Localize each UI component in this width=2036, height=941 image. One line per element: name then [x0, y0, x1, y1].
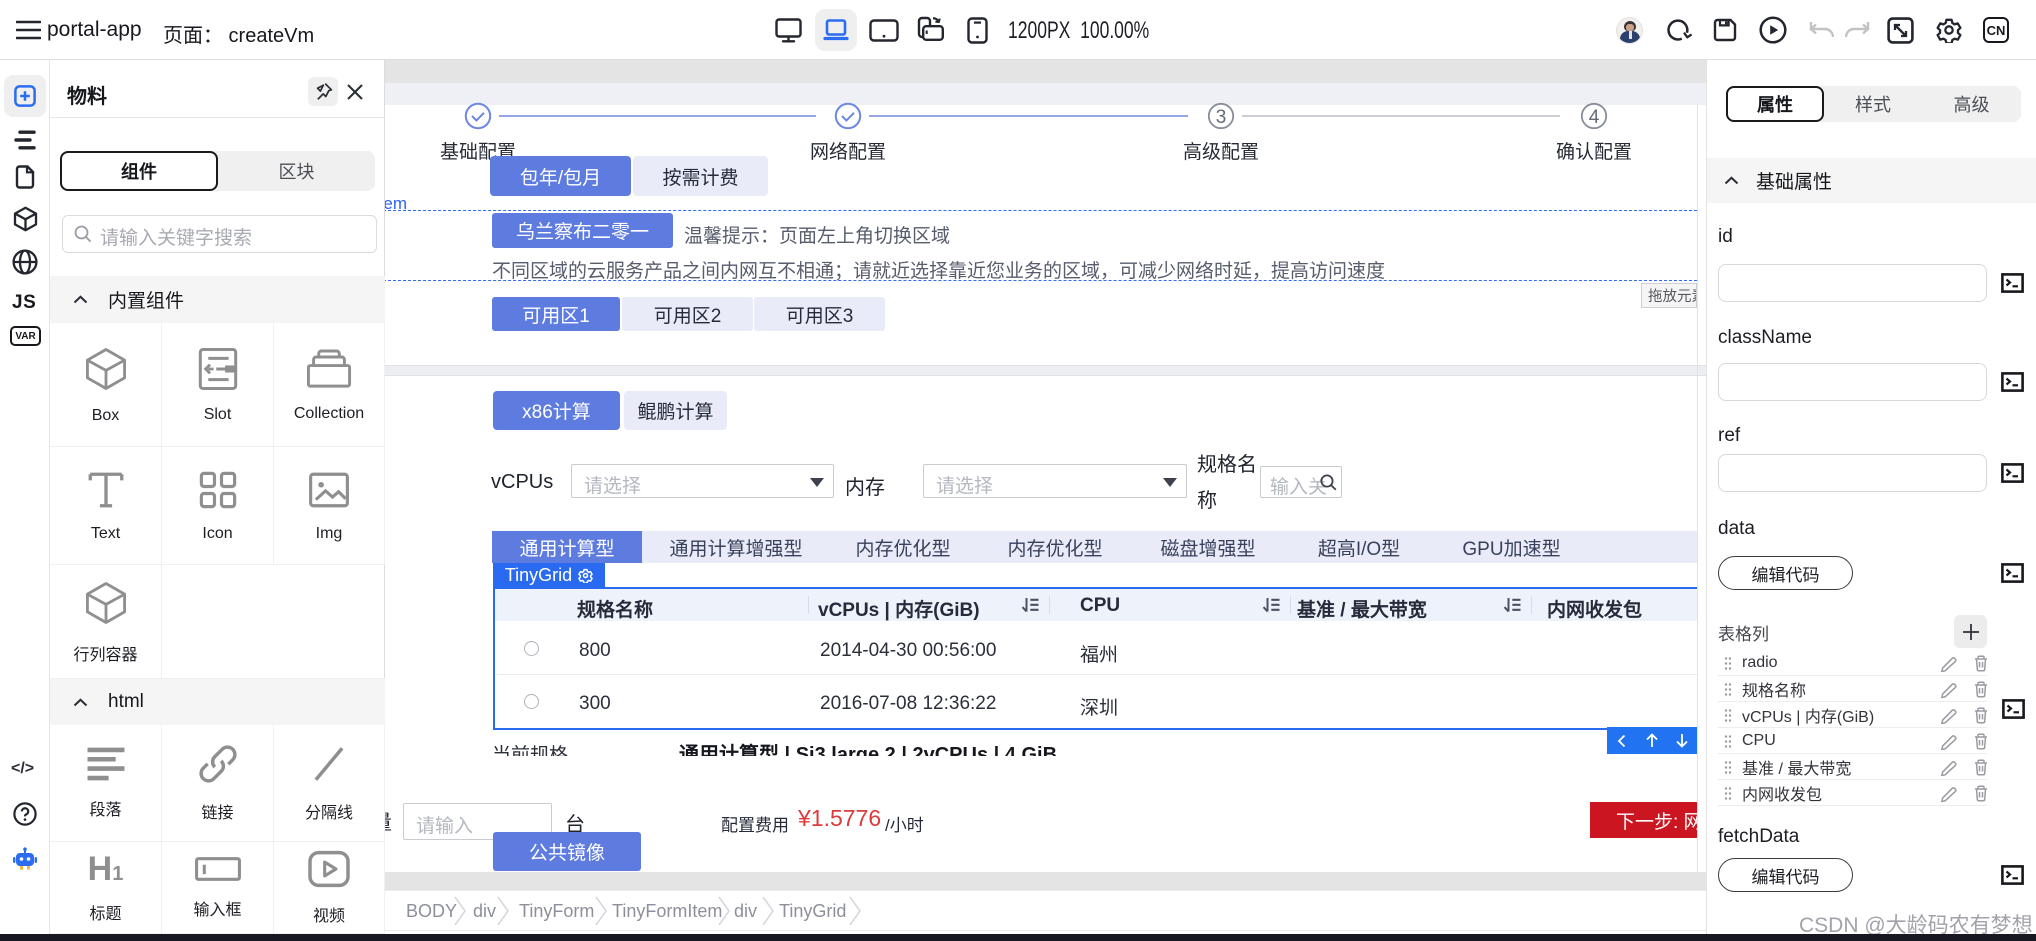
svg-text:4: 4 [1589, 107, 1600, 128]
svg-text:3: 3 [1216, 107, 1227, 128]
